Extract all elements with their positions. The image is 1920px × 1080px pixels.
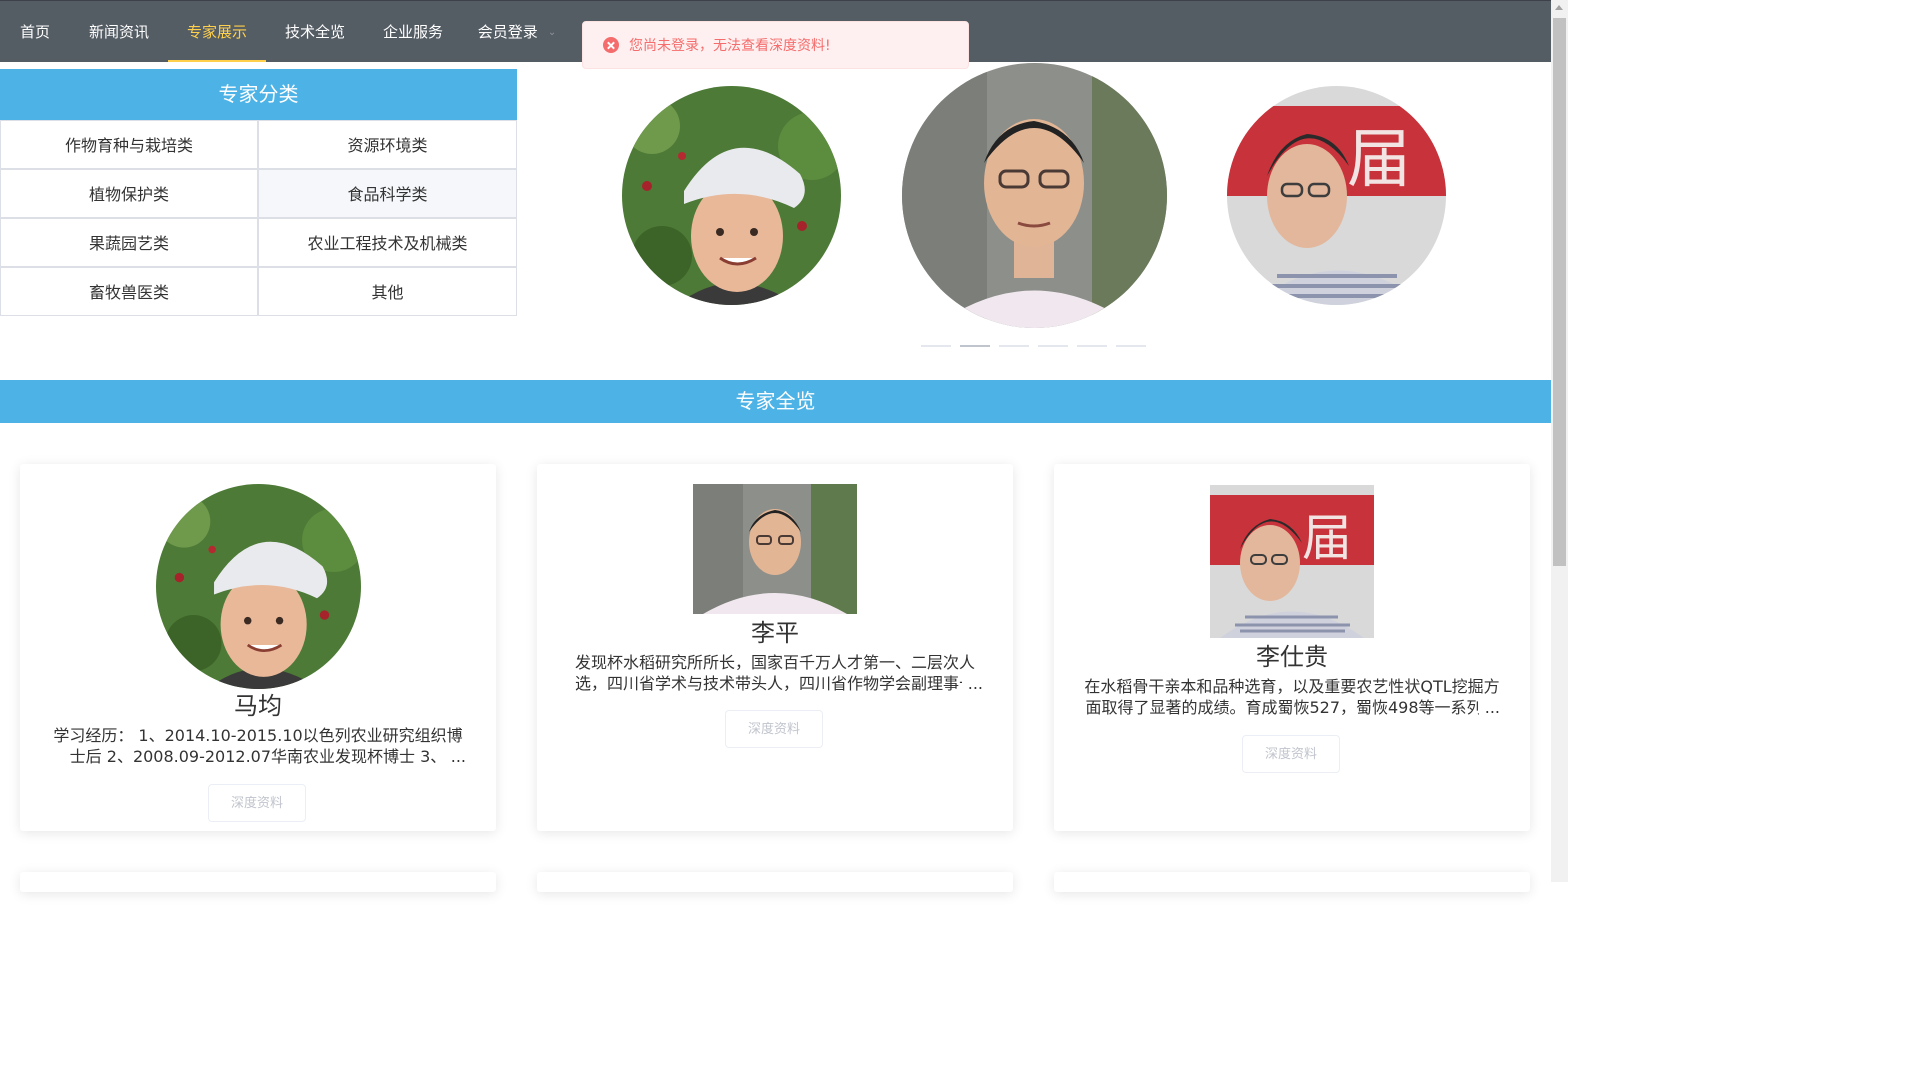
category-item[interactable]: 食品科学类 [258, 169, 517, 218]
scrollbar-thumb[interactable] [1553, 18, 1566, 566]
nav-home[interactable]: 首页 [0, 1, 70, 62]
carousel-photo-ma-jun[interactable] [622, 86, 841, 305]
category-item[interactable]: 其他 [258, 267, 517, 316]
ellipsis: ... [961, 673, 983, 694]
expert-description: 发现杯水稻研究所所长，国家百千万人才第一、二层次人选，四川省学术与技术带头人，四… [567, 652, 983, 694]
expert-card: 马均 学习经历： 1、2014.10-2015.10以色列农业研究组织博士后 2… [20, 464, 496, 831]
chevron-down-icon: ⌄ [547, 27, 557, 38]
category-title: 专家分类 [0, 69, 517, 120]
nav-member-login[interactable]: 会员登录 ⌄ [462, 1, 572, 62]
expert-card [537, 872, 1013, 892]
category-item[interactable]: 作物育种与栽培类 [0, 120, 258, 169]
section-title: 专家全览 [0, 380, 1551, 423]
expert-card: 李平 发现杯水稻研究所所长，国家百千万人才第一、二层次人选，四川省学术与技术带头… [537, 464, 1013, 831]
expert-description-text: 发现杯水稻研究所所长，国家百千万人才第一、二层次人选，四川省学术与技术带头人，四… [574, 653, 975, 693]
carousel-indicator[interactable] [1038, 345, 1068, 347]
detail-button[interactable]: 深度资料 [1242, 735, 1340, 773]
detail-button[interactable]: 深度资料 [208, 784, 306, 822]
nav-experts[interactable]: 专家展示 [168, 1, 266, 62]
expert-card [1054, 872, 1530, 892]
nav-member-login-label: 会员登录 [477, 23, 538, 41]
category-item[interactable]: 果蔬园艺类 [0, 218, 258, 267]
carousel-indicator[interactable] [1077, 345, 1107, 347]
expert-name: 马均 [234, 692, 282, 720]
category-item[interactable]: 资源环境类 [258, 120, 517, 169]
category-item[interactable]: 植物保护类 [0, 169, 258, 218]
expert-name: 李平 [751, 619, 799, 647]
category-item[interactable]: 农业工程技术及机械类 [258, 218, 517, 267]
svg-text:届: 届 [1347, 123, 1411, 197]
expert-carousel: 届 [560, 62, 1510, 362]
expert-description-text: 在水稻骨干亲本和品种选育，以及重要农艺性状QTL挖掘方面取得了显著的成绩。育成蜀… [1084, 677, 1500, 717]
carousel-indicator[interactable] [999, 345, 1029, 347]
expert-description: 在水稻骨干亲本和品种选育，以及重要农艺性状QTL挖掘方面取得了显著的成绩。育成蜀… [1084, 676, 1500, 718]
scroll-up-arrow-icon[interactable] [1555, 5, 1563, 10]
detail-button[interactable]: 深度资料 [725, 710, 823, 748]
expert-card: 届 李仕贵 在水稻骨干亲本和品种选育，以及重要农艺性状QTL挖掘方面取得了显著的… [1054, 464, 1530, 831]
carousel-photo-li-ping[interactable] [902, 63, 1167, 328]
carousel-indicator[interactable] [960, 345, 990, 347]
expert-photo: 届 [1210, 485, 1374, 638]
svg-text:届: 届 [1302, 509, 1352, 567]
carousel-indicator[interactable] [921, 345, 951, 347]
expert-description-text: 学习经历： 1、2014.10-2015.10以色列农业研究组织博士后 2、20… [53, 726, 463, 766]
ellipsis: ... [1478, 697, 1500, 718]
nav-enterprise[interactable]: 企业服务 [364, 1, 462, 62]
nav-news[interactable]: 新闻资讯 [70, 1, 168, 62]
error-circle-icon [603, 37, 619, 53]
carousel-indicators [921, 345, 1155, 347]
expert-avatar [156, 484, 361, 689]
category-item[interactable]: 畜牧兽医类 [0, 267, 258, 316]
nav-technology[interactable]: 技术全览 [266, 1, 364, 62]
page-scrollbar[interactable] [1551, 0, 1568, 882]
toast-message: 您尚未登录，无法查看深度资料! [629, 38, 831, 54]
carousel-photo-li-shigui[interactable]: 届 [1227, 86, 1446, 305]
carousel-indicator[interactable] [1116, 345, 1146, 347]
expert-description: 学习经历： 1、2014.10-2015.10以色列农业研究组织博士后 2、20… [50, 725, 466, 767]
expert-card [20, 872, 496, 892]
expert-photo [693, 484, 857, 614]
category-grid: 作物育种与栽培类 资源环境类 植物保护类 食品科学类 果蔬园艺类 农业工程技术及… [0, 120, 517, 316]
ellipsis: ... [444, 746, 466, 767]
expert-name: 李仕贵 [1256, 643, 1328, 671]
